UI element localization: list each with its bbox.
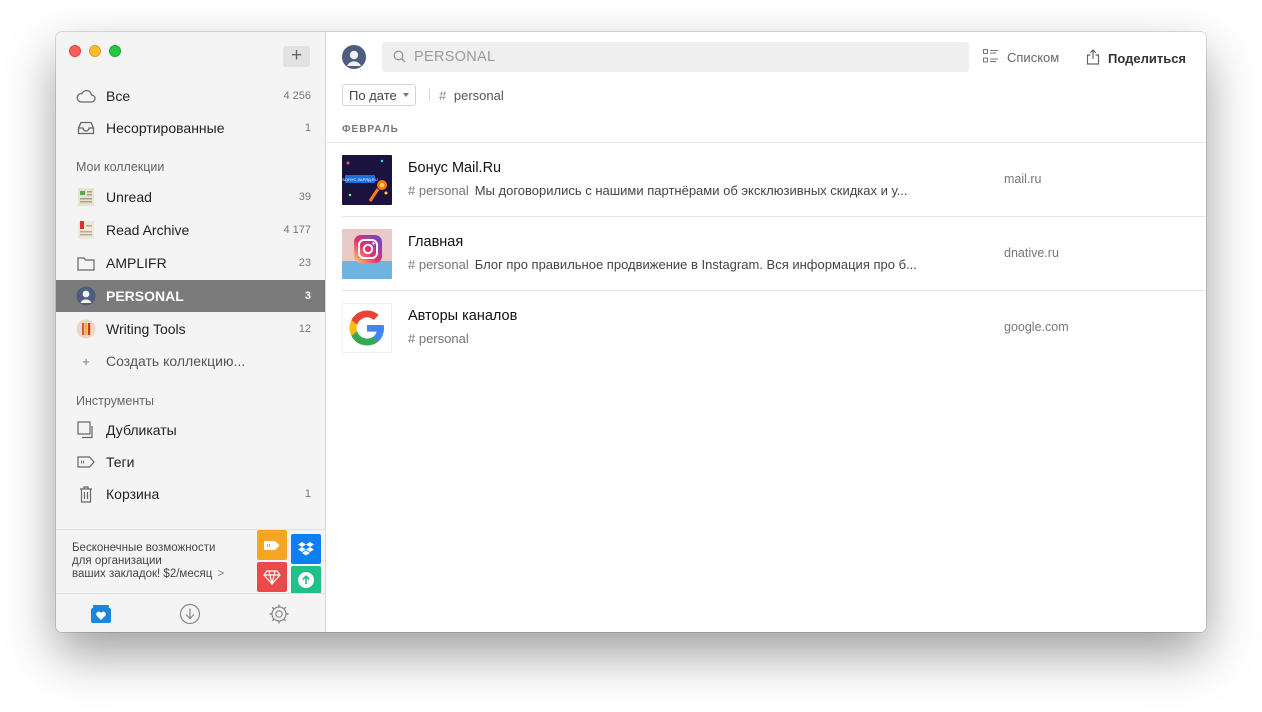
list-view-icon bbox=[983, 49, 999, 66]
sidebar-item-count: 23 bbox=[298, 257, 311, 269]
share-icon bbox=[1086, 49, 1100, 68]
bookmark-excerpt: # personal Мы договорились с нашими партн… bbox=[408, 183, 908, 198]
person-avatar-icon bbox=[76, 286, 96, 306]
bookmark-row[interactable]: Главная # personal Блог про правильное пр… bbox=[326, 217, 1206, 291]
bookmark-title: Авторы каналов bbox=[408, 308, 518, 324]
google-logo-icon bbox=[342, 303, 392, 353]
tag-icon bbox=[76, 452, 96, 472]
collections-tab-icon[interactable] bbox=[90, 603, 112, 625]
search-input[interactable]: PERSONAL bbox=[382, 42, 969, 72]
sidebar-item-trash[interactable]: Корзина 1 bbox=[56, 478, 325, 510]
sidebar-item-count: 4 256 bbox=[283, 90, 311, 102]
bookmark-excerpt: # personal bbox=[408, 331, 968, 346]
month-heading: ФЕВРАЛЬ bbox=[342, 124, 399, 135]
sidebar: + Все 4 256 Несортированные 1 Мои коллек… bbox=[56, 32, 326, 632]
main-content: PERSONAL Списком Поделиться По дате # pe… bbox=[326, 32, 1206, 632]
sidebar-item-label: Корзина bbox=[106, 486, 160, 502]
create-collection-label: Создать коллекцию... bbox=[106, 353, 246, 369]
sidebar-item-unsorted[interactable]: Несортированные 1 bbox=[56, 112, 325, 144]
bookmark-tag[interactable]: # personal bbox=[408, 257, 469, 272]
sidebar-item-all[interactable]: Все 4 256 bbox=[56, 80, 325, 112]
add-bookmark-button[interactable]: + bbox=[283, 46, 310, 67]
bookmark-thumbnail: БОНУС.ЗАРЯД.RU bbox=[342, 155, 392, 205]
inbox-icon bbox=[76, 118, 96, 138]
sidebar-item-label: Дубликаты bbox=[106, 422, 177, 438]
bookmark-thumbnail bbox=[342, 229, 392, 279]
zoom-window-button[interactable] bbox=[109, 45, 121, 57]
sidebar-item-tags[interactable]: Теги bbox=[56, 446, 325, 478]
tag-promo-icon bbox=[257, 530, 287, 560]
sort-dropdown[interactable]: По дате bbox=[342, 84, 416, 106]
tag-filter[interactable]: # personal bbox=[439, 88, 504, 103]
sort-label: По дате bbox=[349, 87, 397, 103]
upload-icon bbox=[291, 566, 321, 594]
gem-icon bbox=[257, 562, 287, 592]
sidebar-item-label: PERSONAL bbox=[106, 288, 184, 304]
sidebar-item-unread[interactable]: Unread 39 bbox=[56, 181, 325, 213]
sidebar-item-count: 1 bbox=[304, 122, 311, 134]
sidebar-item-duplicates[interactable]: Дубликаты bbox=[56, 414, 325, 446]
bookmark-row[interactable]: Авторы каналов # personal google.com bbox=[326, 291, 1206, 365]
collections-heading: Мои коллекции bbox=[76, 160, 165, 174]
settings-gear-icon[interactable] bbox=[268, 603, 290, 625]
sidebar-item-label: Несортированные bbox=[106, 120, 225, 136]
share-label: Поделиться bbox=[1108, 51, 1187, 66]
sidebar-bottom-bar bbox=[56, 593, 325, 632]
sidebar-item-count: 1 bbox=[304, 488, 311, 500]
sidebar-item-read-archive[interactable]: Read Archive 4 177 bbox=[56, 214, 325, 246]
chevron-right-icon: > bbox=[217, 568, 225, 580]
bookmark-tag[interactable]: # personal bbox=[408, 331, 469, 346]
tools-heading: Инструменты bbox=[76, 394, 154, 408]
trash-icon bbox=[76, 484, 96, 504]
folder-icon bbox=[76, 253, 96, 273]
window-controls bbox=[69, 45, 121, 57]
cloud-icon bbox=[76, 86, 96, 106]
bookmark-excerpt: # personal Блог про правильное продвижени… bbox=[408, 257, 917, 272]
view-mode-label: Списком bbox=[1007, 50, 1060, 65]
sidebar-item-count: 3 bbox=[304, 290, 311, 302]
create-collection-button[interactable]: + Создать коллекцию... bbox=[56, 345, 325, 377]
promo-text: Бесконечные возможности для организации … bbox=[72, 542, 225, 580]
unread-collection-icon bbox=[76, 187, 96, 207]
bookmark-domain: dnative.ru bbox=[1004, 246, 1059, 260]
bookmark-domain: google.com bbox=[1004, 320, 1069, 334]
search-placeholder: PERSONAL bbox=[414, 49, 496, 65]
sidebar-item-amplifr[interactable]: AMPLIFR 23 bbox=[56, 247, 325, 279]
filter-divider bbox=[429, 88, 430, 102]
sidebar-item-count: 39 bbox=[298, 191, 311, 203]
search-icon bbox=[393, 50, 406, 68]
bookmark-tag[interactable]: # personal bbox=[408, 183, 469, 198]
pencils-icon bbox=[76, 319, 96, 339]
user-avatar[interactable] bbox=[342, 45, 366, 69]
minimize-window-button[interactable] bbox=[89, 45, 101, 57]
share-button[interactable]: Поделиться bbox=[1086, 49, 1186, 68]
dropbox-icon bbox=[291, 534, 321, 564]
sidebar-item-count: 4 177 bbox=[283, 224, 311, 236]
bookmark-domain: mail.ru bbox=[1004, 172, 1042, 186]
duplicates-icon bbox=[76, 420, 96, 440]
plus-icon: + bbox=[82, 353, 90, 369]
sidebar-item-label: AMPLIFR bbox=[106, 255, 167, 271]
sidebar-item-label: Unread bbox=[106, 189, 152, 205]
sidebar-item-writing-tools[interactable]: Writing Tools 12 bbox=[56, 313, 325, 345]
hash-icon: # bbox=[439, 88, 447, 103]
caret-down-icon bbox=[402, 93, 409, 97]
sidebar-item-personal[interactable]: PERSONAL 3 bbox=[56, 280, 325, 312]
sidebar-item-label: Теги bbox=[106, 454, 135, 470]
bookmark-row[interactable]: БОНУС.ЗАРЯД.RU Бонус Mail.Ru # personal М… bbox=[326, 143, 1206, 217]
view-mode-button[interactable]: Списком bbox=[983, 49, 1059, 66]
app-window: + Все 4 256 Несортированные 1 Мои коллек… bbox=[56, 32, 1206, 632]
download-tab-icon[interactable] bbox=[179, 603, 201, 625]
sidebar-item-count: 12 bbox=[298, 323, 311, 335]
bookmark-title: Бонус Mail.Ru bbox=[408, 160, 502, 176]
tag-filter-label: personal bbox=[453, 88, 504, 103]
thumbnail-banner-text: БОНУС.ЗАРЯД.RU bbox=[342, 177, 377, 182]
archive-collection-icon bbox=[76, 220, 96, 240]
sidebar-item-label: Все bbox=[106, 88, 131, 104]
close-window-button[interactable] bbox=[69, 45, 81, 57]
bookmark-title: Главная bbox=[408, 234, 464, 250]
sidebar-item-label: Read Archive bbox=[106, 222, 190, 238]
pro-promo-banner[interactable]: Бесконечные возможности для организации … bbox=[56, 529, 325, 594]
sidebar-item-label: Writing Tools bbox=[106, 321, 186, 337]
